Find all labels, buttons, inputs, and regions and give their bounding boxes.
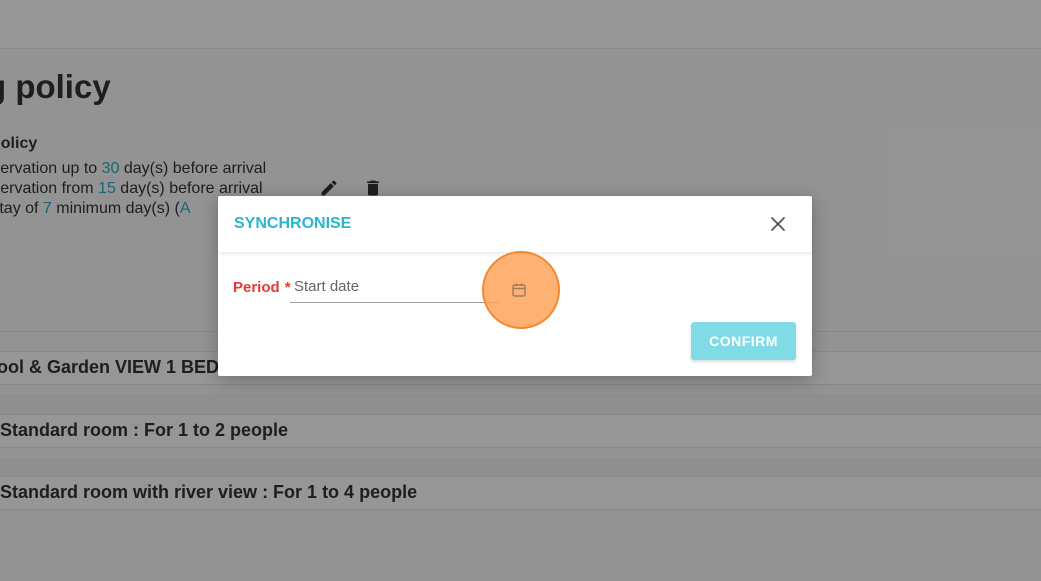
period-label: Period * — [233, 279, 291, 296]
dialog-header: SYNCHRONISE — [218, 196, 812, 252]
close-icon — [771, 217, 785, 231]
dialog-title: SYNCHRONISE — [234, 215, 352, 232]
period-label-text: Period — [233, 279, 280, 296]
close-button[interactable] — [766, 212, 790, 236]
start-date-input[interactable] — [294, 278, 484, 295]
confirm-button[interactable]: CONFIRM — [691, 322, 796, 360]
calendar-icon — [512, 283, 526, 297]
start-date-field[interactable] — [290, 274, 500, 303]
synchronise-dialog: SYNCHRONISE Period* CONFIRM — [218, 196, 812, 376]
calendar-button[interactable] — [507, 278, 531, 302]
